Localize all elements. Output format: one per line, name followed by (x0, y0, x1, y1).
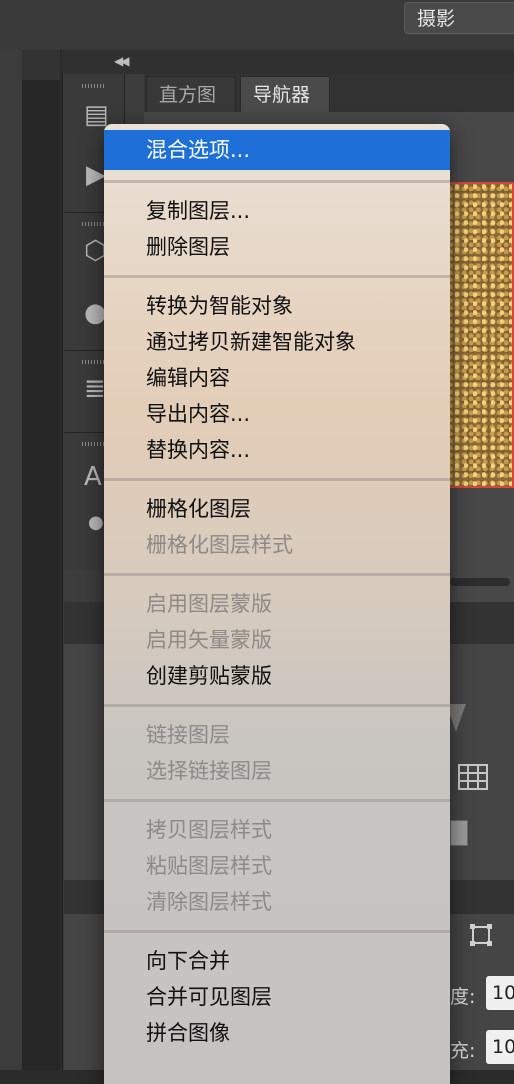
navigator-zoom-slider[interactable] (450, 578, 510, 586)
menu-item[interactable]: 通过拷贝新建智能对象 (104, 324, 450, 360)
menu-item[interactable]: 向下合并 (104, 943, 450, 979)
layer-color-swatch[interactable] (450, 820, 468, 846)
collapse-panels-icon[interactable]: ◀◀ (114, 54, 130, 68)
menu-item: 启用图层蒙版 (146, 592, 272, 616)
history-icon[interactable]: ▤ (84, 100, 109, 130)
dock-grip[interactable] (82, 442, 106, 446)
brush-icon[interactable]: ● (88, 512, 104, 533)
menu-separator (104, 478, 450, 481)
artboard-icon[interactable] (470, 924, 492, 946)
menu-separator (104, 180, 450, 183)
tab-histogram[interactable]: 直方图 (146, 76, 236, 112)
menu-item[interactable]: 复制图层... (104, 193, 450, 229)
navigator-thumbnail[interactable] (444, 182, 514, 488)
menu-item[interactable]: 替换内容... (104, 432, 450, 468)
dock-grip[interactable] (82, 360, 106, 364)
menu-item: 清除图层样式 (146, 890, 272, 914)
opacity-label: 度: (450, 986, 476, 1008)
dock-grip[interactable] (82, 84, 106, 88)
menu-item[interactable]: 合并可见图层 (104, 979, 450, 1015)
menu-item[interactable]: 转换为智能对象 (104, 288, 450, 324)
layer-context-menu: 混合选项... 复制图层... 删除图层转换为智能对象 通过拷贝新建智能对象 编辑内容导… (104, 124, 450, 1084)
canvas-tab-strip (22, 50, 60, 80)
menu-separator (104, 704, 450, 707)
menu-item[interactable]: 栅格化图层 (104, 491, 450, 527)
menu-separator (104, 275, 450, 278)
menu-item[interactable]: 导出内容... (104, 396, 450, 432)
menu-item[interactable]: 混合选项... (104, 130, 450, 170)
menu-item[interactable]: 删除图层 (104, 229, 450, 265)
menu-item: 启用矢量蒙版 (146, 628, 272, 652)
dock-grip[interactable] (82, 222, 106, 226)
menu-item: 栅格化图层样式 (146, 533, 293, 557)
menu-separator (104, 930, 450, 933)
menu-separator (104, 799, 450, 802)
document-canvas[interactable] (22, 80, 60, 1070)
menu-item: 拷贝图层样式 (146, 818, 272, 842)
paragraph-icon[interactable]: ≣ (84, 374, 106, 404)
menu-item[interactable]: 编辑内容 (104, 360, 450, 396)
menu-item: 粘贴图层样式 (146, 854, 272, 878)
menu-item[interactable]: 创建剪贴蒙版 (104, 658, 450, 694)
actions-play-icon[interactable]: ▶ (86, 160, 106, 190)
grid-lock-icon[interactable] (458, 764, 488, 790)
tab-navigator[interactable]: 导航器 (240, 76, 330, 112)
menu-separator (104, 573, 450, 576)
fill-input[interactable]: 10 (486, 1030, 514, 1064)
character-type-icon[interactable]: A (84, 462, 102, 492)
menu-item: 选择链接图层 (146, 759, 272, 783)
left-edge-strip (0, 50, 22, 1070)
opacity-input[interactable]: 10 (486, 976, 514, 1010)
panel-collapse-bar (62, 50, 514, 74)
workspace-switcher-button[interactable]: 摄影 (404, 2, 514, 34)
menu-item[interactable]: 拼合图像 (104, 1015, 450, 1051)
fill-label: 充: (450, 1040, 476, 1062)
menu-item: 链接图层 (146, 723, 230, 747)
